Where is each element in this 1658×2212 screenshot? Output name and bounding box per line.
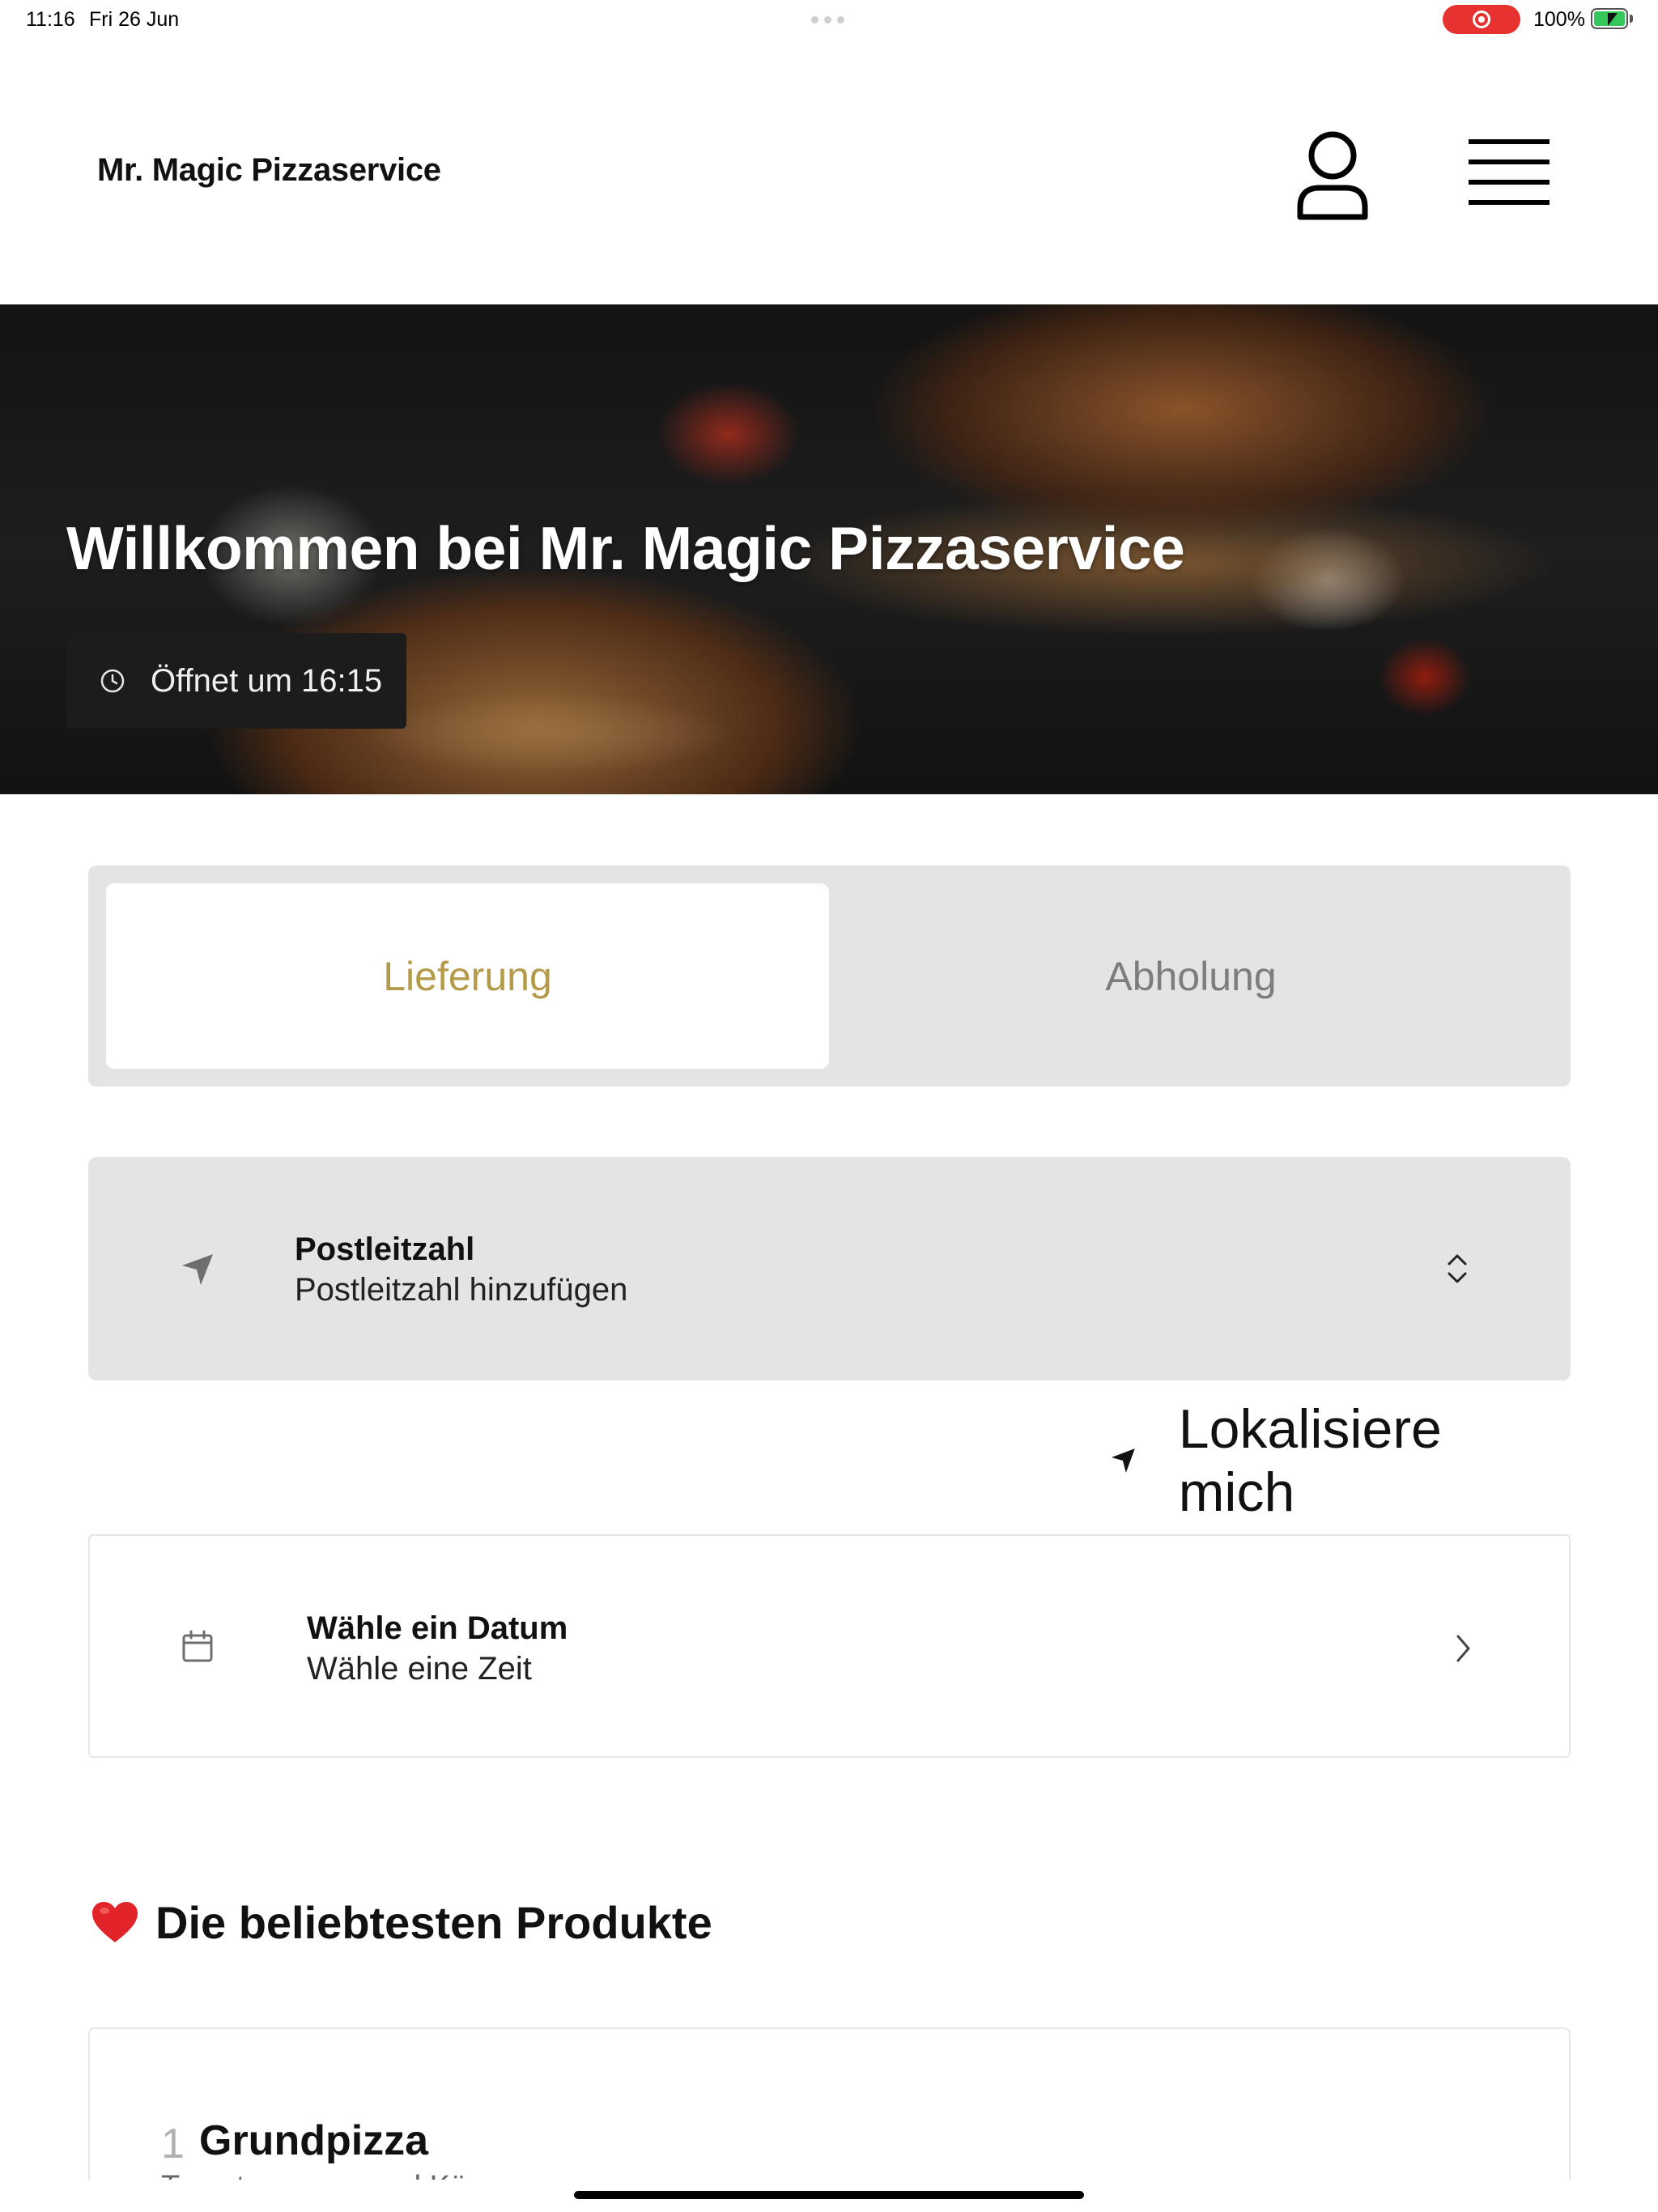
status-time: 11:16 [26, 8, 75, 31]
battery-icon [1591, 8, 1628, 29]
opening-time-text: Öffnet um 16:15 [151, 662, 383, 699]
screen-recording-icon[interactable] [1443, 5, 1520, 34]
date-time-picker[interactable]: Wähle ein Datum Wähle eine Zeit [88, 1534, 1571, 1758]
locate-me-label: Lokalisiere mich [1178, 1398, 1442, 1523]
popular-products-title: Die beliebtesten Produkte [155, 1897, 712, 1948]
chevron-right-icon [1456, 1635, 1470, 1662]
heart-icon [92, 1901, 138, 1942]
navigation-arrow-icon [182, 1254, 213, 1285]
postcode-value: Postleitzahl hinzufügen [295, 1272, 628, 1308]
clock-icon [100, 669, 125, 693]
app-header: Mr. Magic Pizzaservice [0, 39, 1658, 304]
battery-percent: 100% [1533, 8, 1585, 31]
brand-name[interactable]: Mr. Magic Pizzaservice [97, 152, 441, 189]
chevron-up-down-icon [1448, 1254, 1467, 1283]
hamburger-menu-icon [1469, 139, 1550, 205]
opening-time-badge: Öffnet um 16:15 [66, 633, 406, 729]
status-date: Fri 26 Jun [89, 8, 180, 31]
calendar-icon [182, 1630, 213, 1662]
time-label: Wähle eine Zeit [307, 1651, 532, 1687]
user-account-button[interactable] [1292, 126, 1373, 223]
postcode-label: Postleitzahl [295, 1231, 475, 1267]
home-indicator[interactable] [574, 2191, 1084, 2199]
date-label: Wähle ein Datum [307, 1610, 568, 1646]
hero-banner: Willkommen bei Mr. Magic Pizzaservice Öf… [0, 304, 1658, 794]
product-name: Grundpizza [199, 2117, 429, 2164]
popular-products-heading: Die beliebtesten Produkte [91, 1896, 712, 1949]
product-rank: 1 [161, 2121, 185, 2167]
battery-nub [1630, 15, 1633, 23]
user-icon [1297, 131, 1368, 220]
postcode-select[interactable]: Postleitzahl Postleitzahl hinzufügen [88, 1157, 1571, 1380]
location-arrow-icon [1111, 1448, 1135, 1473]
hero-title: Willkommen bei Mr. Magic Pizzaservice [66, 514, 1185, 582]
multitasking-dots[interactable] [811, 16, 844, 23]
order-mode-toggle: Lieferung Abholung [88, 866, 1571, 1087]
tab-abholung[interactable]: Abholung [829, 883, 1553, 1069]
status-bar: 11:16 Fri 26 Jun 100% [0, 0, 1658, 39]
menu-button[interactable] [1465, 134, 1553, 212]
tab-lieferung[interactable]: Lieferung [106, 883, 829, 1069]
locate-me-button[interactable]: Lokalisiere mich [1109, 1398, 1571, 1523]
